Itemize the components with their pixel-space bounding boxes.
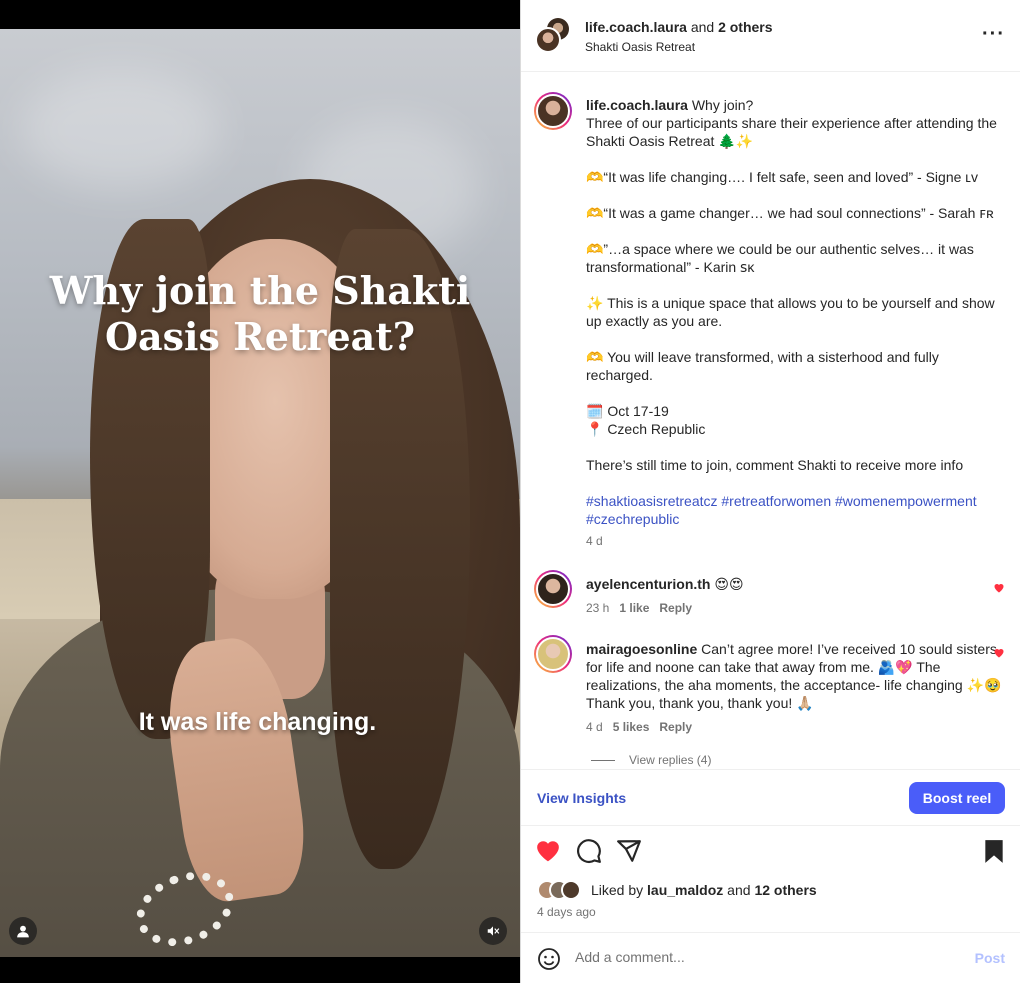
caption-line	[586, 222, 1006, 240]
reel-video[interactable]: Why join the Shakti Oasis Retreat? It wa…	[0, 0, 520, 983]
caption-line: 📍 Czech Republic	[586, 421, 706, 437]
comment-time: 23 h	[586, 601, 610, 615]
heart-icon[interactable]	[535, 838, 561, 864]
video-title-overlay: Why join the Shakti Oasis Retreat?	[0, 268, 520, 360]
likes-text[interactable]: Liked by lau_maldoz and 12 others	[591, 882, 817, 898]
comment-like-icon[interactable]	[993, 582, 1005, 594]
caption-line: There’s still time to join, comment Shak…	[586, 457, 964, 473]
comment-username[interactable]: mairagoesonline	[586, 641, 697, 657]
video-title-line2: Oasis Retreat?	[104, 314, 416, 359]
caption-line: ✨ This is a unique space that allows you…	[586, 295, 995, 329]
liker-avatar	[561, 880, 581, 900]
likes-user[interactable]: lau_maldoz	[647, 882, 723, 898]
post-header: life.coach.laura and 2 others Shakti Oas…	[521, 0, 1020, 72]
caption-line: Three of our participants share their ex…	[586, 115, 997, 149]
comment-time: 4 d	[586, 720, 603, 734]
reply-button[interactable]: Reply	[659, 720, 692, 734]
post-time[interactable]: 4 days ago	[537, 905, 596, 919]
video-frame[interactable]	[0, 29, 520, 957]
emoji-icon[interactable]	[537, 947, 561, 971]
boost-reel-button[interactable]: Boost reel	[909, 782, 1005, 814]
author-avatar[interactable]	[535, 27, 561, 53]
view-insights-link[interactable]: View Insights	[537, 790, 626, 806]
more-options-button[interactable]: ···	[982, 24, 1005, 44]
comment-input[interactable]	[575, 949, 945, 965]
caption-line	[586, 150, 1006, 168]
bookmark-icon[interactable]	[981, 838, 1007, 864]
caption-text: Why join? Three of our participants share…	[586, 97, 1006, 492]
caption-hashtags[interactable]: #shaktioasisretreatcz #retreatforwomen #…	[586, 492, 1006, 528]
caption-line: 🫶“It was a game changer… we had soul con…	[586, 205, 994, 221]
caption-avatar[interactable]	[534, 92, 572, 130]
caption-line	[586, 384, 1006, 402]
caption-line: 🫶“It was life changing…. I felt safe, se…	[586, 169, 978, 185]
caption-time: 4 d	[586, 534, 603, 548]
comment-meta: 4 d 5 likes Reply	[586, 720, 692, 734]
reply-button[interactable]: Reply	[659, 601, 692, 615]
comment-likes[interactable]: 5 likes	[613, 720, 650, 734]
tagged-users-button[interactable]	[9, 917, 37, 945]
header-authors: life.coach.laura and 2 others	[585, 19, 773, 35]
caption-line	[586, 276, 1006, 294]
likes-others[interactable]: 12 others	[754, 882, 816, 898]
caption-line	[586, 186, 1006, 204]
comment-composer: Post	[521, 932, 1020, 983]
share-icon[interactable]	[616, 838, 642, 864]
comment-icon[interactable]	[576, 838, 602, 864]
comment-body: 😍😍	[710, 576, 744, 592]
comment-username[interactable]: ayelencenturion.th	[586, 576, 710, 592]
sky-cloud	[20, 69, 220, 189]
comment-avatar[interactable]	[534, 635, 572, 673]
header-others[interactable]: 2 others	[718, 19, 772, 35]
insights-bar: View Insights Boost reel	[521, 769, 1020, 826]
video-title-line1: Why join the Shakti	[49, 268, 471, 313]
likes-prefix: Liked by	[591, 882, 648, 898]
comment-likes[interactable]: 1 like	[619, 601, 649, 615]
view-replies-button[interactable]: View replies (4)	[591, 753, 711, 767]
comment-avatar[interactable]	[534, 570, 572, 608]
more-icon: ···	[982, 23, 1005, 45]
likes-and: and	[723, 882, 755, 898]
post-comment-button[interactable]: Post	[975, 950, 1005, 966]
caption-line: Why join?	[691, 97, 754, 113]
post-caption: life.coach.laura Why join? Three of our p…	[586, 96, 1006, 528]
header-and: and	[686, 19, 719, 35]
comment-meta: 23 h 1 like Reply	[586, 601, 692, 615]
user-icon	[17, 925, 29, 938]
post-side-panel: life.coach.laura and 2 others Shakti Oas…	[520, 0, 1020, 983]
comment-text: ayelencenturion.th 😍😍	[586, 575, 1006, 593]
action-bar	[521, 836, 1020, 868]
caption-line	[586, 438, 1006, 456]
caption-line	[586, 474, 1006, 492]
caption-line: 🫶 You will leave transformed, with a sis…	[586, 349, 939, 383]
mute-icon	[487, 926, 500, 936]
mute-button[interactable]	[479, 917, 507, 945]
comment-like-icon[interactable]	[993, 647, 1005, 659]
caption-line	[586, 330, 1006, 348]
comments-scroll-area[interactable]: life.coach.laura Why join? Three of our p…	[521, 73, 1020, 769]
header-username[interactable]: life.coach.laura	[585, 19, 687, 35]
comment-text: mairagoesonline Can’t agree more! I’ve r…	[586, 640, 1006, 712]
caption-username[interactable]: life.coach.laura	[586, 97, 688, 113]
caption-line: 🗓️ Oct 17-19	[586, 403, 669, 419]
video-caption: It was life changing.	[138, 708, 377, 736]
header-location[interactable]: Shakti Oasis Retreat	[585, 40, 695, 54]
likers-avatars	[537, 880, 591, 900]
caption-line: 🫶”…a space where we could be our authent…	[586, 241, 974, 275]
